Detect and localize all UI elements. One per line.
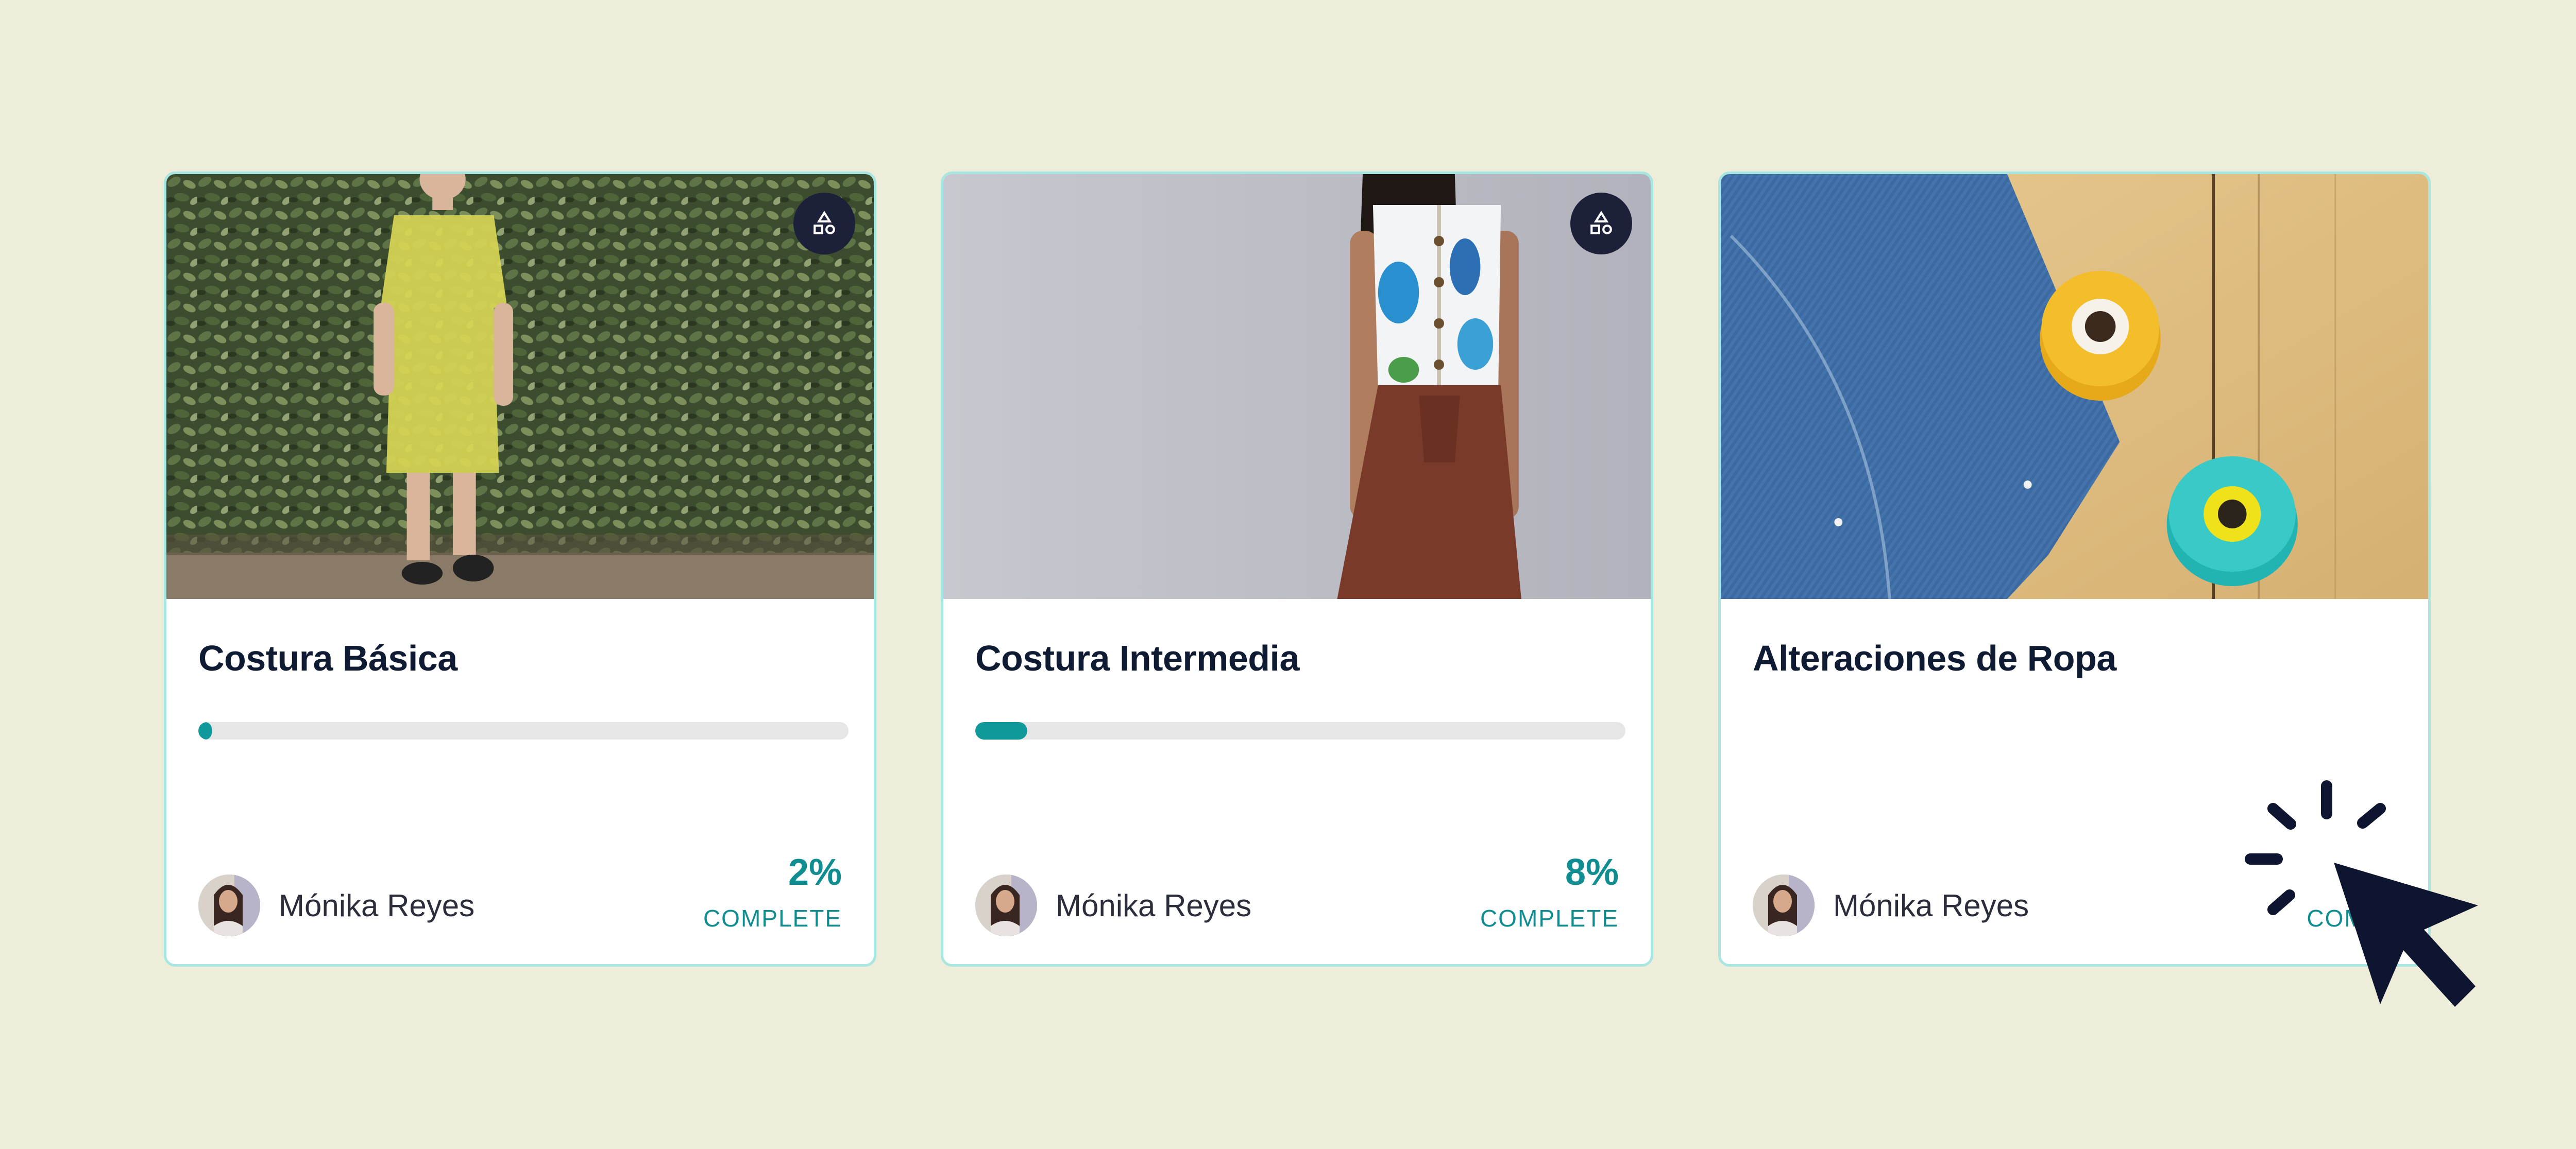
progress-fill: [198, 722, 212, 740]
course-image[interactable]: [166, 174, 874, 599]
course-card[interactable]: Costura Intermedia Mónika Reyes 8% COMPL…: [941, 172, 1653, 967]
course-image[interactable]: [943, 174, 1651, 599]
cursor-arrow-icon: [2334, 863, 2478, 1007]
complete-label: COMPLETE: [703, 905, 842, 932]
progress-bar: [198, 722, 849, 740]
progress-percent: 2%: [788, 852, 842, 893]
course-image[interactable]: [1721, 174, 2428, 599]
course-title: Costura Básica: [198, 638, 457, 678]
avatar: [198, 874, 260, 936]
avatar: [1753, 874, 1815, 936]
author-name: Mónika Reyes: [1056, 888, 1252, 923]
cursor-overlay: [2245, 780, 2478, 1007]
progress-fill: [975, 722, 1027, 740]
course-title: Costura Intermedia: [975, 638, 1299, 678]
progress-percent: 8%: [1565, 852, 1619, 893]
shapes-icon: [1590, 211, 1612, 234]
author-name: Mónika Reyes: [1833, 888, 2029, 923]
progress-bar: [975, 722, 1625, 740]
course-type-badge: [793, 193, 855, 254]
course-title: Alteraciones de Ropa: [1753, 638, 2116, 678]
shapes-icon: [814, 211, 835, 234]
avatar: [975, 874, 1037, 936]
complete-label: COMPLETE: [1480, 905, 1619, 932]
course-type-badge: [1570, 193, 1632, 254]
author-name: Mónika Reyes: [279, 888, 475, 923]
course-card[interactable]: Costura Básica Mónika Reyes 2% COMPLETE: [164, 172, 876, 967]
